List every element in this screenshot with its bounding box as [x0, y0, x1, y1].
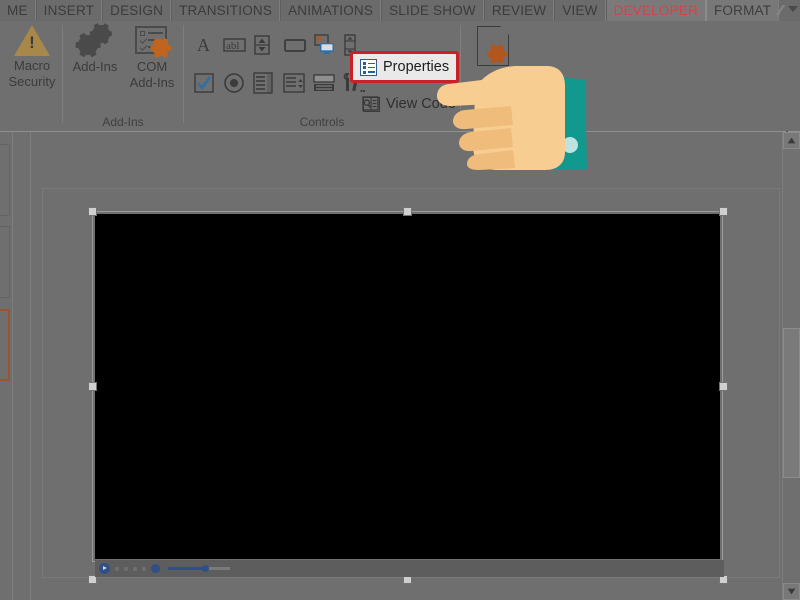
view-code-icon	[363, 97, 380, 112]
scroll-up-button[interactable]	[783, 132, 800, 149]
tabstrip-right-cluster: ⁄⁄	[779, 0, 800, 21]
selection-handle-middle-left[interactable]	[88, 382, 97, 391]
list-box-icon[interactable]	[253, 72, 275, 94]
add-ins-label-line1: Add-Ins	[73, 59, 118, 75]
tab-home[interactable]: ME	[0, 0, 36, 21]
ribbon-group-code: Macro Security	[0, 21, 62, 131]
macro-security-button[interactable]: Macro Security	[0, 25, 64, 90]
com-addins-icon	[134, 25, 170, 57]
volume-icon[interactable]	[151, 564, 160, 573]
tab-format[interactable]: FORMAT	[706, 0, 779, 21]
tab-view[interactable]: VIEW	[554, 0, 605, 21]
slide-thumbnail-1[interactable]	[0, 144, 10, 216]
media-control-bar[interactable]	[95, 560, 724, 577]
slide-thumbnail-pane[interactable]	[0, 132, 13, 600]
spin-button-icon[interactable]	[253, 34, 275, 56]
selection-handle-top-left[interactable]	[88, 207, 97, 216]
scroll-thumb[interactable]	[783, 328, 800, 478]
selection-handle-top-center[interactable]	[403, 207, 412, 216]
step-forward-icon[interactable]	[142, 567, 146, 571]
selection-handle-top-right[interactable]	[719, 207, 728, 216]
play-button-icon[interactable]	[99, 563, 110, 574]
gears-icon	[77, 25, 113, 57]
tab-review[interactable]: REVIEW	[484, 0, 554, 21]
tab-developer[interactable]: DEVELOPER	[606, 0, 706, 21]
fast-forward-icon[interactable]	[133, 567, 137, 571]
svg-text:A: A	[197, 35, 210, 55]
ribbon: Macro Security	[0, 21, 800, 132]
tab-slide-show[interactable]: SLIDE SHOW	[381, 0, 484, 21]
tab-insert[interactable]: INSERT	[36, 0, 102, 21]
scroll-down-button[interactable]	[783, 583, 800, 600]
tab-transitions[interactable]: TRANSITIONS	[171, 0, 280, 21]
controls-group-label: Controls	[184, 115, 460, 129]
pane-divider[interactable]	[30, 132, 31, 600]
video-placeholder-object[interactable]	[95, 214, 720, 559]
ribbon-tab-strip: ME INSERT DESIGN TRANSITIONS ANIMATIONS …	[0, 0, 800, 21]
add-ins-button[interactable]: Add-Ins	[63, 25, 127, 75]
scroll-track-upper[interactable]	[783, 149, 800, 328]
slide-thumbnail-2[interactable]	[0, 226, 10, 298]
selection-handle-middle-right[interactable]	[719, 382, 728, 391]
macro-security-label-line2: Security	[9, 74, 56, 90]
workspace	[0, 132, 800, 600]
decorative-slashes: ⁄⁄	[779, 0, 782, 21]
tab-design[interactable]: DESIGN	[102, 0, 171, 21]
check-box-icon[interactable]	[193, 72, 215, 94]
image-control-icon[interactable]	[313, 34, 335, 56]
com-add-ins-button[interactable]: COM Add-Ins	[120, 25, 184, 91]
label-control-icon[interactable]: A	[193, 34, 215, 56]
rewind-icon[interactable]	[124, 567, 128, 571]
command-button-icon[interactable]	[283, 34, 305, 56]
tab-animations[interactable]: ANIMATIONS	[280, 0, 381, 21]
pointing-hand-cursor	[435, 40, 605, 170]
warning-triangle-icon	[14, 25, 50, 56]
media-progress-bar[interactable]	[168, 567, 230, 570]
step-back-icon[interactable]	[115, 567, 119, 571]
ribbon-group-controls: A abl	[184, 21, 460, 131]
macro-security-label-line1: Macro	[9, 58, 56, 74]
toggle-button-icon[interactable]	[313, 72, 335, 94]
slide-thumbnail-3[interactable]	[0, 309, 10, 381]
powerpoint-window: ME INSERT DESIGN TRANSITIONS ANIMATIONS …	[0, 0, 800, 600]
vertical-scrollbar[interactable]	[782, 132, 800, 600]
option-button-icon[interactable]	[223, 72, 245, 94]
com-add-ins-label-line1: COM	[130, 59, 175, 75]
combo-box-icon[interactable]	[283, 72, 305, 94]
properties-list-icon	[360, 59, 377, 76]
ribbon-group-add-ins: Add-Ins	[63, 21, 183, 131]
com-add-ins-label-line2: Add-Ins	[130, 75, 175, 91]
add-ins-group-label: Add-Ins	[63, 115, 183, 129]
svg-text:abl: abl	[226, 40, 239, 52]
chevron-down-icon[interactable]	[788, 6, 798, 12]
textbox-control-icon[interactable]: abl	[223, 34, 245, 56]
